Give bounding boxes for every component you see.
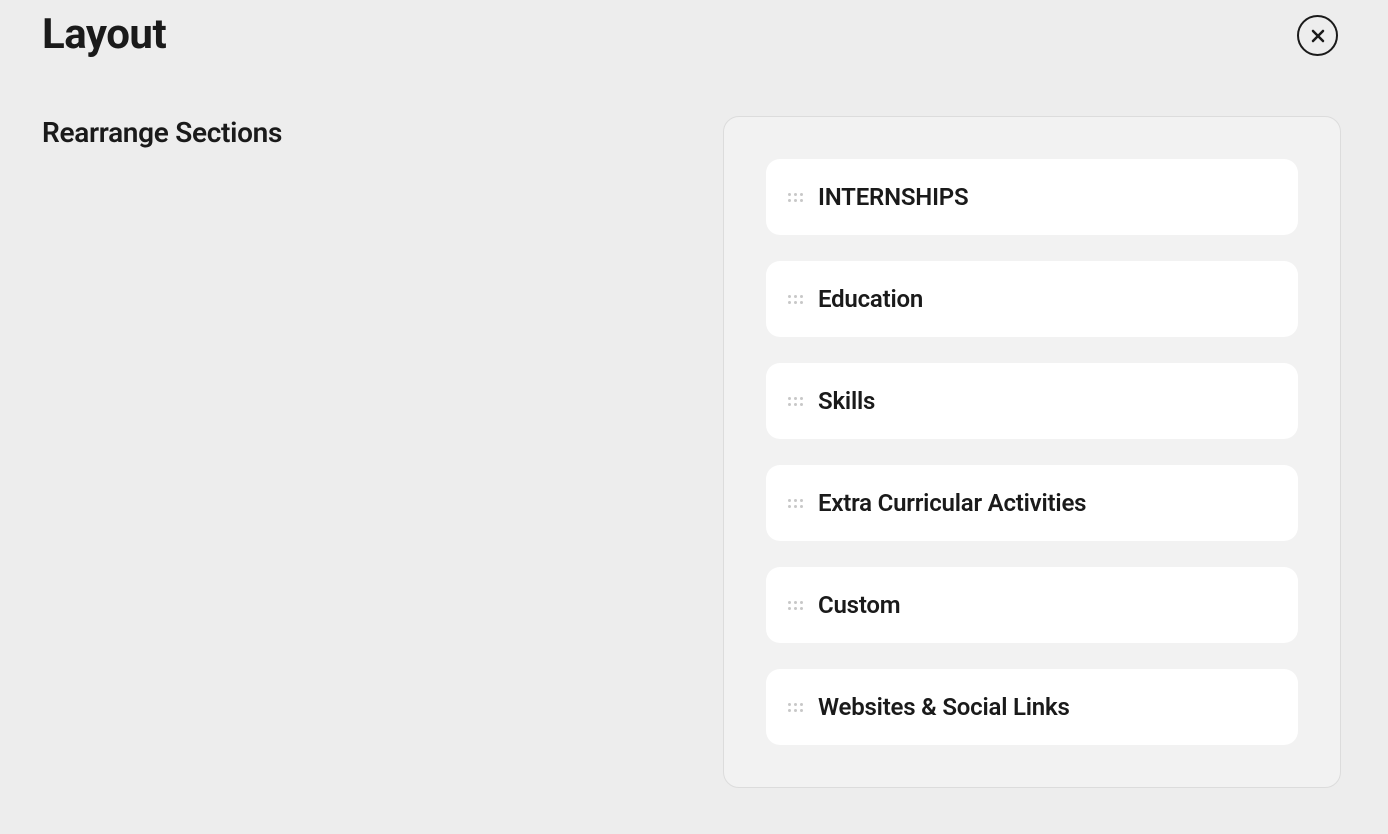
drag-handle-icon[interactable] (786, 698, 804, 716)
section-item-internships[interactable]: INTERNSHIPS (766, 159, 1298, 235)
drag-handle-icon[interactable] (786, 290, 804, 308)
drag-handle-icon[interactable] (786, 494, 804, 512)
drag-handle-icon[interactable] (786, 188, 804, 206)
section-label: Custom (818, 591, 900, 619)
section-label: INTERNSHIPS (818, 183, 968, 211)
section-item-skills[interactable]: Skills (766, 363, 1298, 439)
section-item-websites-social[interactable]: Websites & Social Links (766, 669, 1298, 745)
sections-list-container: INTERNSHIPS Education Skills Extra Curri… (723, 116, 1341, 788)
close-button[interactable] (1297, 15, 1338, 56)
drag-handle-icon[interactable] (786, 596, 804, 614)
section-item-extra-curricular[interactable]: Extra Curricular Activities (766, 465, 1298, 541)
section-label: Education (818, 285, 923, 313)
drag-handle-icon[interactable] (786, 392, 804, 410)
page-title: Layout (42, 10, 166, 59)
section-label: Extra Curricular Activities (818, 489, 1086, 517)
rearrange-sections-subtitle: Rearrange Sections (42, 116, 282, 149)
close-icon (1310, 28, 1326, 44)
section-item-custom[interactable]: Custom (766, 567, 1298, 643)
section-item-education[interactable]: Education (766, 261, 1298, 337)
section-label: Websites & Social Links (818, 693, 1070, 721)
section-label: Skills (818, 387, 875, 415)
